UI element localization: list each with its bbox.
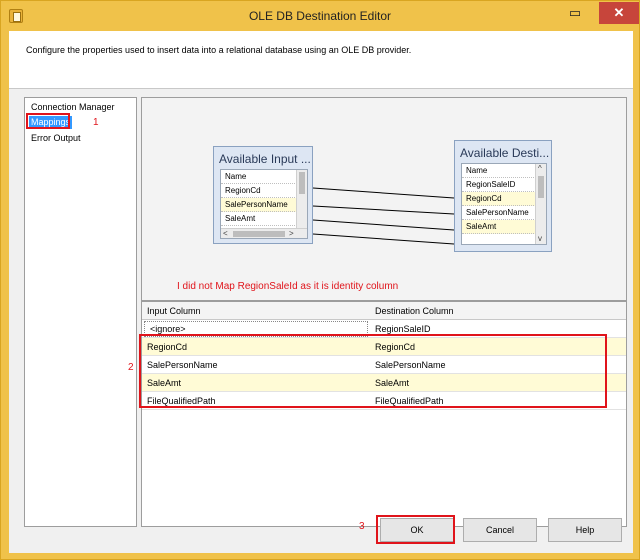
available-input-list[interactable]: Name RegionCd SalePersonName SaleAmt < > xyxy=(220,169,308,239)
destination-row-saleamt[interactable]: SaleAmt xyxy=(462,220,546,234)
available-destination-title: Available Desti... xyxy=(460,146,550,160)
destination-row-header: Name xyxy=(462,164,546,178)
page-navigation: Connection Manager Mappings Error Output xyxy=(24,97,137,527)
destination-row-regioncd[interactable]: RegionCd xyxy=(462,192,546,206)
scroll-right-icon[interactable]: > xyxy=(289,229,294,238)
help-button[interactable]: Help xyxy=(548,518,622,542)
title-bar[interactable]: OLE DB Destination Editor ▭ ✕ xyxy=(1,1,639,31)
dialog-description: Configure the properties used to insert … xyxy=(26,45,412,55)
available-destination-table[interactable]: Available Desti... Name RegionSaleID Reg… xyxy=(454,140,552,252)
input-hscroll-thumb[interactable] xyxy=(233,231,285,237)
input-vscroll-thumb[interactable] xyxy=(299,172,305,194)
scroll-down-icon[interactable]: v xyxy=(538,234,542,244)
available-input-table[interactable]: Available Input ... Name RegionCd SalePe… xyxy=(213,146,313,244)
minimize-icon[interactable]: ▭ xyxy=(561,2,589,24)
annotation-number-2: 2 xyxy=(128,362,134,373)
close-button[interactable]: ✕ xyxy=(599,2,639,24)
input-row-salepersonname[interactable]: SalePersonName xyxy=(221,198,307,212)
input-row-header: Name xyxy=(221,170,307,184)
destination-row-regionsaleid[interactable]: RegionSaleID xyxy=(462,178,546,192)
scroll-left-icon[interactable]: < xyxy=(223,229,228,238)
destination-vertical-scrollbar[interactable]: ^ v xyxy=(535,164,546,244)
dialog-client: Configure the properties used to insert … xyxy=(9,31,633,553)
input-row-saleamt[interactable]: SaleAmt xyxy=(221,212,307,226)
mapping-diagram: Available Input ... Name RegionCd SalePe… xyxy=(141,97,627,301)
annotation-box-ok xyxy=(376,515,455,544)
destination-row-salepersonname[interactable]: SalePersonName xyxy=(462,206,546,220)
header-band: Configure the properties used to insert … xyxy=(9,31,633,89)
column-header-input[interactable]: Input Column xyxy=(142,302,370,320)
mapping-line-regioncd xyxy=(312,187,455,199)
annotation-number-1: 1 xyxy=(93,117,99,128)
annotation-box-mappings xyxy=(26,113,70,129)
grid-header: Input Column Destination Column xyxy=(142,302,626,320)
cancel-button[interactable]: Cancel xyxy=(463,518,537,542)
nav-item-error-output[interactable]: Error Output xyxy=(29,132,83,145)
mapping-line-filequalifiedpath xyxy=(312,233,455,245)
mapping-line-salepersonname xyxy=(312,205,455,215)
input-row-regioncd[interactable]: RegionCd xyxy=(221,184,307,198)
annotation-box-mappings-grid xyxy=(139,334,607,408)
dialog-window: OLE DB Destination Editor ▭ ✕ Configure … xyxy=(0,0,640,560)
input-vertical-scrollbar[interactable] xyxy=(296,170,307,228)
destination-vscroll-thumb[interactable] xyxy=(538,176,544,198)
annotation-number-3: 3 xyxy=(359,521,365,532)
column-header-destination[interactable]: Destination Column xyxy=(370,302,626,320)
available-input-title: Available Input ... xyxy=(219,152,311,166)
available-destination-list[interactable]: Name RegionSaleID RegionCd SalePersonNam… xyxy=(461,163,547,245)
window-title: OLE DB Destination Editor xyxy=(248,9,392,23)
annotation-note: I did not Map RegionSaleId as it is iden… xyxy=(177,281,399,292)
scroll-up-icon[interactable]: ^ xyxy=(538,164,542,174)
input-horizontal-scrollbar[interactable]: < > xyxy=(221,228,307,238)
mapping-line-saleamt xyxy=(312,219,455,231)
